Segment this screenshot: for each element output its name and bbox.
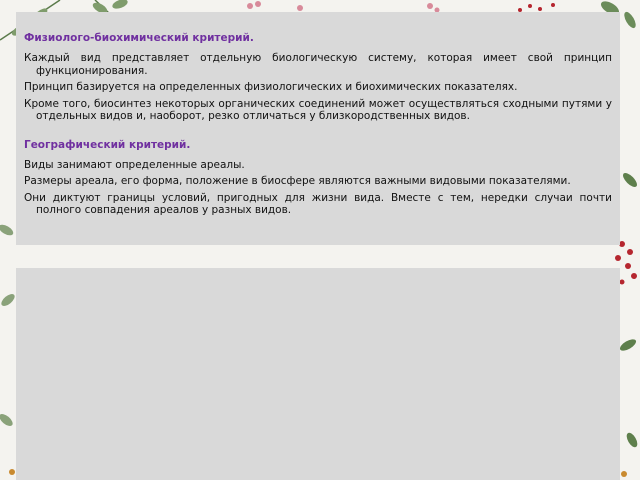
- paragraph: Каждый вид представляет отдельную биолог…: [24, 52, 612, 77]
- text-panel: Физиолого-биохимический критерий. Каждый…: [16, 12, 620, 245]
- paragraph: Кроме того, биосинтез некоторых органиче…: [24, 97, 612, 123]
- paragraph: Принцип базируется на определенных физио…: [24, 81, 518, 93]
- leaf-branch-left: [0, 224, 15, 426]
- pink-flowers-top: [247, 1, 440, 13]
- leaf-branch-right: [619, 173, 638, 448]
- section-title-physiological: Физиолого-биохимический критерий.: [24, 32, 254, 44]
- paragraph: Они диктуют границы условий, пригодных д…: [24, 191, 612, 217]
- paragraph: Виды занимают определенные ареалы.: [24, 158, 245, 171]
- red-berries-top-right: [518, 3, 555, 12]
- empty-content-panel: [16, 268, 620, 480]
- section-title-geographic: Географический критерий.: [24, 138, 191, 151]
- paragraph: Размеры ареала, его форма, положение в б…: [24, 175, 571, 187]
